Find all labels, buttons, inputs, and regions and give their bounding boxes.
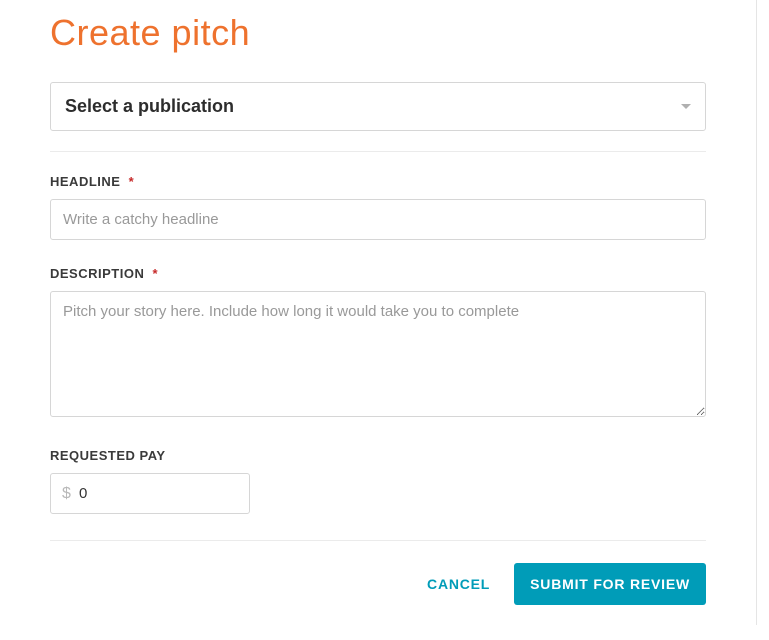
description-input[interactable] [50,291,706,417]
button-row: CANCEL SUBMIT FOR REVIEW [50,563,706,605]
divider [50,151,706,152]
pay-input[interactable] [50,473,250,514]
page-title: Create pitch [50,12,706,54]
pay-label: REQUESTED PAY [50,448,706,463]
description-label-text: DESCRIPTION [50,266,144,281]
headline-label-text: HEADLINE [50,174,120,189]
headline-label: HEADLINE * [50,174,706,189]
create-pitch-form: Create pitch Select a publication HEADLI… [0,0,757,625]
pay-group: REQUESTED PAY $ [50,448,706,514]
submit-button[interactable]: SUBMIT FOR REVIEW [514,563,706,605]
description-label: DESCRIPTION * [50,266,706,281]
publication-select-wrapper: Select a publication [50,82,706,131]
pay-input-wrapper: $ [50,473,250,514]
publication-select-text: Select a publication [65,96,234,117]
required-asterisk: * [129,174,135,189]
publication-select[interactable]: Select a publication [50,82,706,131]
divider-bottom [50,540,706,541]
caret-down-icon [681,104,691,109]
description-group: DESCRIPTION * [50,266,706,422]
required-asterisk: * [152,266,158,281]
cancel-button[interactable]: CANCEL [423,564,494,604]
headline-group: HEADLINE * [50,174,706,240]
headline-input[interactable] [50,199,706,240]
